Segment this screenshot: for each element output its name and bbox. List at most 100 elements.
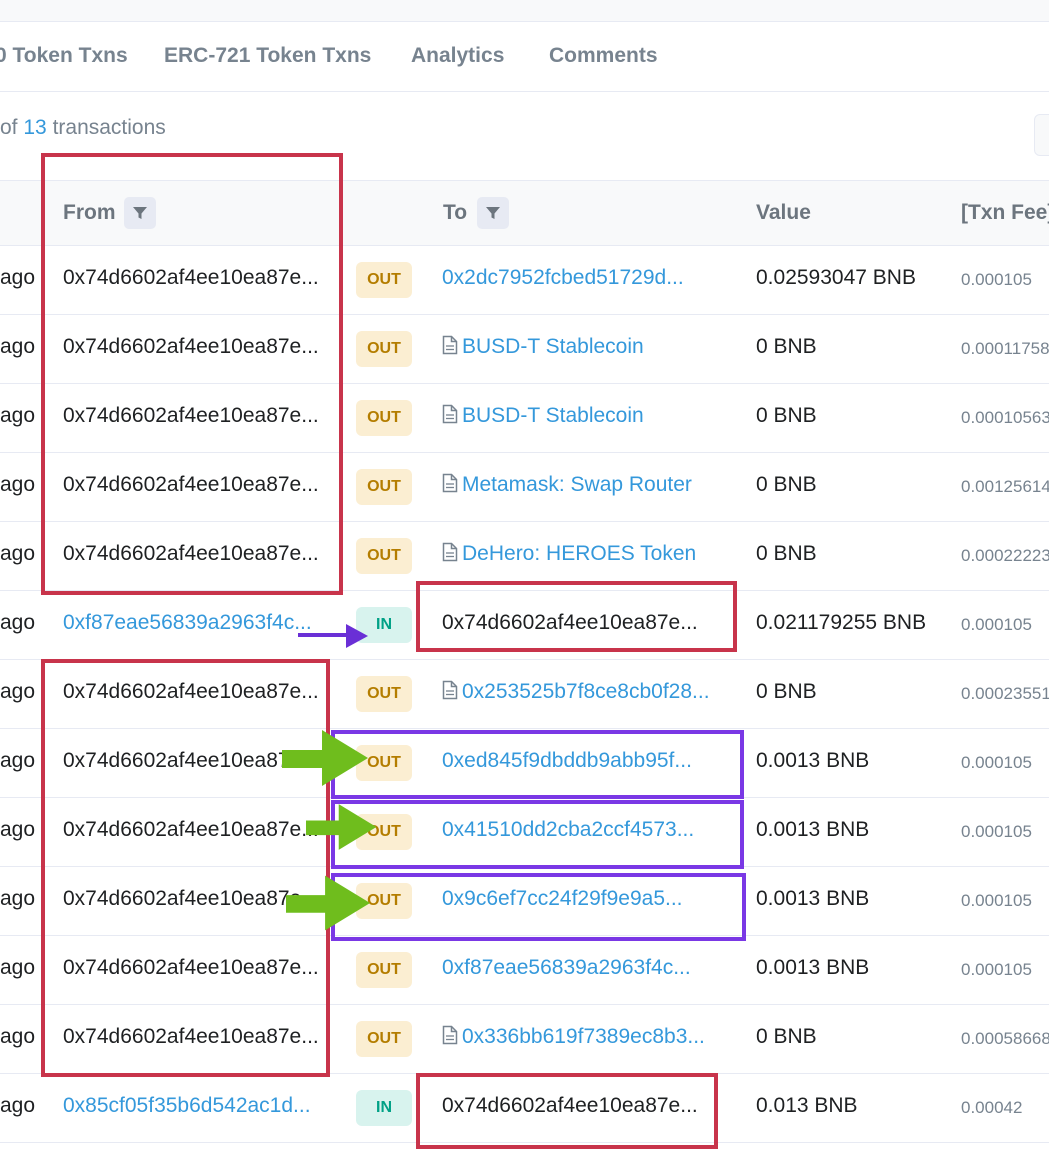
table-row: ago 0x74d6602af4ee10ea87e... OUT 0x336bb619… — [0, 1005, 1049, 1074]
to-address-text: 0x9c6ef7cc24f29f9e9a5... — [442, 887, 683, 910]
fee-cell: 0.00022223 — [961, 546, 1049, 565]
to-filter-button[interactable] — [477, 197, 509, 229]
table-row: ago 0x74d6602af4ee10ea87e... OUT 0x2dc7952f… — [0, 246, 1049, 315]
tab-analytics[interactable]: Analytics — [411, 44, 504, 68]
value-cell: 0.02593047 BNB — [756, 266, 916, 289]
transaction-count: 13 — [23, 116, 47, 139]
age-cell: ago — [0, 404, 36, 427]
value-cell: 0.0013 BNB — [756, 956, 870, 979]
to-address-text: 0xed845f9dbddb9abb95f... — [442, 749, 692, 772]
age-cell: ago — [0, 473, 36, 496]
value-cell: 0.0013 BNB — [756, 818, 870, 841]
from-address: 0x74d6602af4ee10ea87e... — [63, 956, 319, 979]
age-cell: ago — [0, 749, 36, 772]
table-row: ago 0x74d6602af4ee10ea87e... OUT 0xf87eae56… — [0, 936, 1049, 1005]
direction-badge: OUT — [356, 952, 412, 988]
fee-header: [Txn Fee] — [961, 201, 1049, 224]
fee-cell: 0.00058668 — [961, 1029, 1049, 1048]
table-row: ago 0x74d6602af4ee10ea87e... OUT 0x253525b7… — [0, 660, 1049, 729]
to-address[interactable]: 0x336bb619f7389ec8b3... — [442, 1025, 717, 1049]
table-row: ago 0x74d6602af4ee10ea87e... OUT Metamask: … — [0, 453, 1049, 522]
to-address[interactable]: 0x9c6ef7cc24f29f9e9a5... — [442, 887, 717, 911]
direction-badge: OUT — [356, 814, 412, 850]
from-address[interactable]: 0xf87eae56839a2963f4c... — [63, 611, 331, 635]
value-cell: 0.0013 BNB — [756, 749, 870, 772]
value-cell: 0.021179255 BNB — [756, 611, 927, 634]
document-icon — [442, 1025, 458, 1045]
document-icon — [442, 404, 458, 424]
age-cell: ago — [0, 887, 36, 910]
value-header: Value — [756, 201, 811, 224]
age-cell: ago — [0, 818, 36, 841]
age-cell: ago — [0, 1025, 36, 1048]
top-band — [0, 0, 1049, 22]
filter-icon — [133, 207, 147, 219]
summary-suffix: transactions — [52, 116, 166, 139]
to-address[interactable]: 0xf87eae56839a2963f4c... — [442, 956, 717, 980]
fee-cell: 0.000105 — [961, 822, 1032, 841]
direction-badge: OUT — [356, 400, 412, 436]
from-address: 0x74d6602af4ee10ea87e... — [63, 473, 319, 496]
to-address[interactable]: 0x253525b7f8ce8cb0f28... — [442, 680, 717, 704]
age-cell: ago — [0, 266, 36, 289]
to-address[interactable]: 0x41510dd2cba2ccf4573... — [442, 818, 717, 842]
fee-cell: 0.00042 — [961, 1098, 1023, 1117]
to-address-text: BUSD-T Stablecoin — [462, 335, 644, 358]
direction-badge: IN — [356, 1090, 412, 1126]
direction-badge: OUT — [356, 469, 412, 505]
from-address: 0x74d6602af4ee10ea87e... — [63, 749, 319, 772]
value-cell: 0 BNB — [756, 680, 817, 703]
from-filter-button[interactable] — [124, 197, 156, 229]
from-address: 0x74d6602af4ee10ea87e... — [63, 404, 319, 427]
fee-cell: 0.000105 — [961, 615, 1032, 634]
value-cell: 0.013 BNB — [756, 1094, 858, 1117]
filter-icon — [486, 207, 500, 219]
fee-cell: 0.000105 — [961, 891, 1032, 910]
table-row: ago 0x74d6602af4ee10ea87e... OUT BUSD-T Sta… — [0, 384, 1049, 453]
document-icon — [442, 542, 458, 562]
direction-badge: IN — [356, 607, 412, 643]
age-cell: ago — [0, 680, 36, 703]
transaction-summary: of 13 transactions — [0, 116, 166, 140]
from-header: From — [63, 201, 116, 224]
from-address[interactable]: 0x85cf05f35b6d542ac1d... — [63, 1094, 331, 1118]
to-address[interactable]: BUSD-T Stablecoin — [442, 335, 717, 359]
to-address-text: DeHero: HEROES Token — [462, 542, 697, 565]
fee-cell: 0.000105 — [961, 270, 1032, 289]
fee-cell: 0.00010563 — [961, 408, 1049, 427]
value-cell: 0 BNB — [756, 473, 817, 496]
fee-cell: 0.000105 — [961, 753, 1032, 772]
tab-erc721-token-txns[interactable]: ERC-721 Token Txns — [164, 44, 371, 68]
age-cell: ago — [0, 542, 36, 565]
fee-cell: 0.00125614 — [961, 477, 1049, 496]
summary-prefix: of — [0, 116, 18, 139]
from-address: 0x74d6602af4ee10ea87e... — [63, 266, 319, 289]
document-icon — [442, 473, 458, 493]
tab-comments[interactable]: Comments — [549, 44, 658, 68]
to-address[interactable]: Metamask: Swap Router — [442, 473, 717, 497]
from-address: 0x74d6602af4ee10ea87e... — [63, 1025, 319, 1048]
from-address: 0x74d6602af4ee10ea87e... — [63, 818, 319, 841]
to-address[interactable]: 0xed845f9dbddb9abb95f... — [442, 749, 717, 773]
table-row: ago 0x74d6602af4ee10ea87e... OUT 0x41510dd2… — [0, 798, 1049, 867]
tab-token-txns[interactable]: 0 Token Txns — [0, 44, 128, 68]
export-button[interactable] — [1034, 114, 1049, 156]
direction-badge: OUT — [356, 745, 412, 781]
age-cell: ago — [0, 335, 36, 358]
value-cell: 0 BNB — [756, 1025, 817, 1048]
to-address-text: 0x41510dd2cba2ccf4573... — [442, 818, 695, 841]
value-cell: 0.0013 BNB — [756, 887, 870, 910]
direction-badge: OUT — [356, 538, 412, 574]
to-header: To — [443, 201, 468, 224]
to-address-text: 0x2dc7952fcbed51729d... — [442, 266, 684, 289]
table-row: ago 0x74d6602af4ee10ea87e... OUT 0xed845f9d… — [0, 729, 1049, 798]
from-address: 0x74d6602af4ee10ea87e... — [63, 887, 319, 910]
to-address[interactable]: DeHero: HEROES Token — [442, 542, 717, 566]
to-address: 0x74d6602af4ee10ea87e... — [442, 1094, 717, 1118]
to-address-text: 0x74d6602af4ee10ea87e... — [442, 611, 698, 634]
to-address-text: Metamask: Swap Router — [462, 473, 692, 496]
table-header: From To Value [Txn Fee] — [0, 180, 1049, 246]
value-cell: 0 BNB — [756, 542, 817, 565]
to-address[interactable]: 0x2dc7952fcbed51729d... — [442, 266, 717, 290]
to-address[interactable]: BUSD-T Stablecoin — [442, 404, 717, 428]
